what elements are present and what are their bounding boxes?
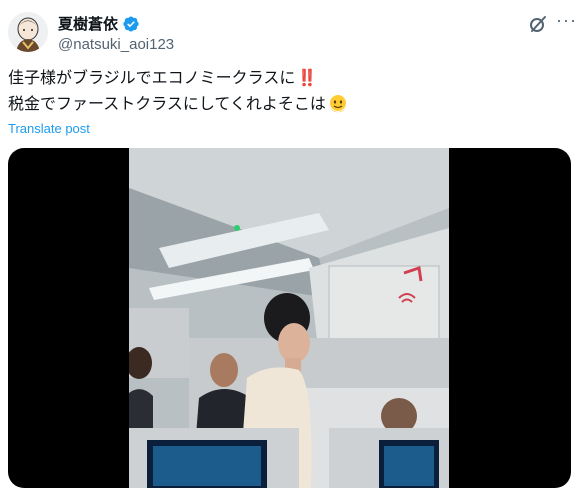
translate-post-link[interactable]: Translate post bbox=[8, 121, 90, 136]
verified-badge-icon bbox=[123, 15, 139, 32]
user-handle[interactable]: @natsuki_aoi123 bbox=[58, 36, 174, 53]
post-text: 佳子様がブラジルでエコノミークラスに ‼️ 税金でファーストクラスにしてくれよそ… bbox=[8, 65, 348, 117]
grok-icon[interactable] bbox=[528, 14, 548, 34]
video-frame bbox=[129, 148, 449, 488]
post-text-line-1: 佳子様がブラジルでエコノミークラスに ‼️ bbox=[8, 65, 348, 91]
display-name[interactable]: 夏樹蒼依 bbox=[58, 13, 118, 34]
more-icon[interactable]: ··· bbox=[556, 10, 577, 31]
melting-face-emoji-icon bbox=[329, 95, 346, 113]
airplane-cabin-video-still bbox=[129, 148, 449, 488]
avatar-illustration bbox=[8, 12, 48, 52]
double-exclamation-emoji: ‼️ bbox=[297, 68, 318, 87]
display-name-row[interactable]: 夏樹蒼依 bbox=[58, 13, 140, 34]
post-text-line-2: 税金でファーストクラスにしてくれよそこは bbox=[8, 91, 348, 117]
video-player[interactable] bbox=[8, 148, 571, 488]
post-line-1: 佳子様がブラジルでエコノミークラスに bbox=[8, 68, 296, 87]
avatar[interactable] bbox=[8, 12, 48, 52]
post-line-2: 税金でファーストクラスにしてくれよそこは bbox=[8, 94, 326, 113]
